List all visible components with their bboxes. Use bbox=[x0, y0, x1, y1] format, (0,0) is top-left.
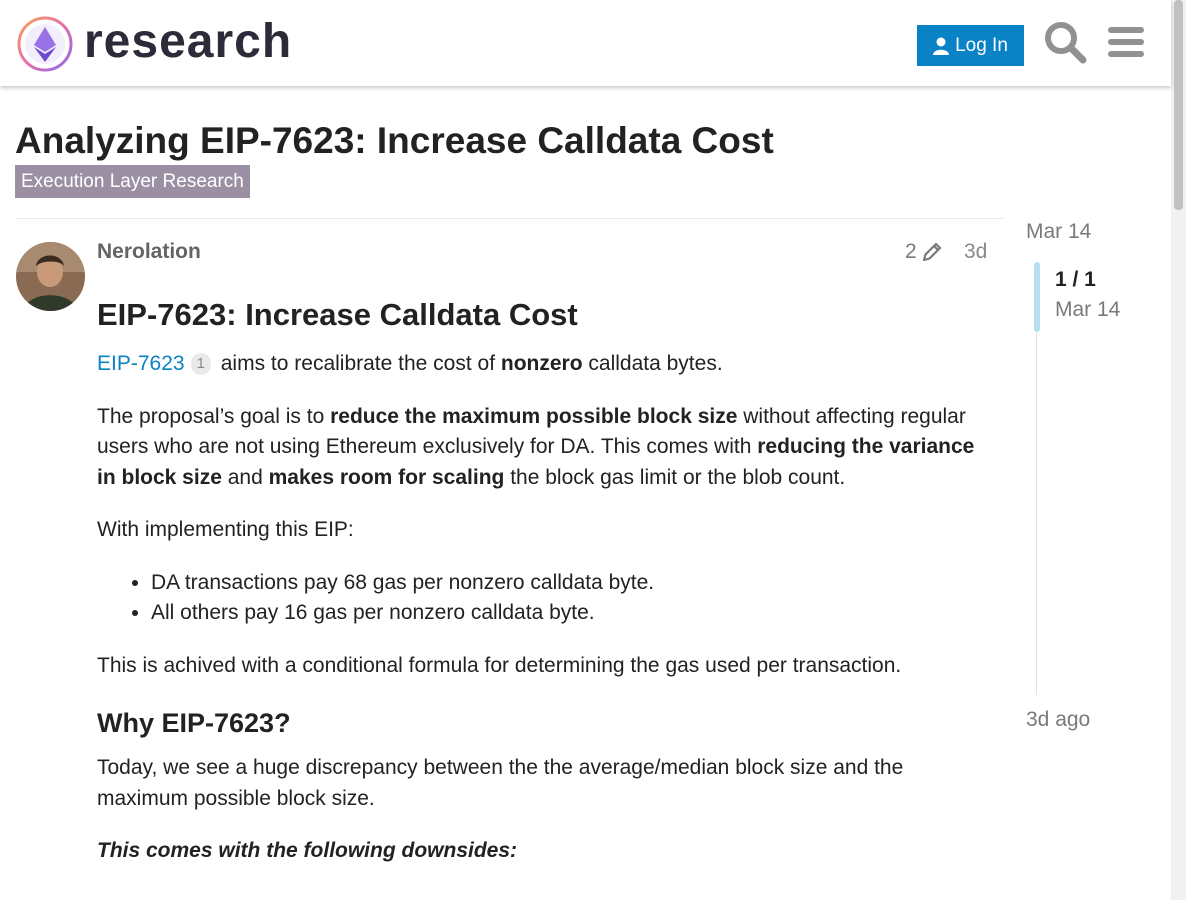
section-heading: Why EIP-7623? bbox=[97, 708, 291, 738]
timeline-end[interactable]: 3d ago bbox=[1026, 708, 1090, 732]
edit-count: 2 bbox=[905, 240, 917, 263]
goal-text: The proposal’s goal is to bbox=[97, 404, 325, 428]
post-date[interactable]: 3d bbox=[964, 240, 987, 264]
hamburger-menu-icon[interactable] bbox=[1104, 20, 1148, 64]
timeline-position-date: Mar 14 bbox=[1055, 298, 1121, 321]
avatar[interactable] bbox=[16, 242, 85, 311]
downsides-text: This comes with the following downsides: bbox=[97, 839, 518, 862]
implementing-paragraph: With implementing this EIP: bbox=[97, 518, 354, 541]
list-item: All others pay 16 gas per nonzero callda… bbox=[151, 598, 997, 629]
edit-history[interactable]: 2 bbox=[905, 240, 943, 264]
post-author[interactable]: Nerolation bbox=[97, 240, 201, 264]
intro-paragraph: EIP-7623 1 aims to recalibrate the cost o… bbox=[97, 349, 997, 380]
research-logo-icon[interactable] bbox=[16, 15, 74, 73]
category-badge[interactable]: Execution Layer Research bbox=[15, 165, 250, 198]
pencil-icon bbox=[922, 242, 941, 262]
login-button[interactable]: Log In bbox=[917, 25, 1024, 66]
timeline-handle[interactable] bbox=[1034, 262, 1040, 332]
page-scrollbar[interactable] bbox=[1171, 0, 1186, 900]
goal-text: the block gas limit or the blob count. bbox=[510, 465, 846, 489]
goal-paragraph: The proposal’s goal is to reduce the max… bbox=[97, 402, 997, 494]
post-heading: EIP-7623: Increase Calldata Cost bbox=[97, 297, 578, 332]
intro-bold: nonzero bbox=[500, 352, 583, 375]
post-body: EIP-7623: Increase Calldata Cost EIP-762… bbox=[97, 295, 997, 889]
click-count-badge: 1 bbox=[190, 353, 211, 376]
intro-text-end: calldata bytes. bbox=[588, 352, 723, 375]
scrollbar-thumb[interactable] bbox=[1174, 0, 1183, 210]
site-name[interactable]: research bbox=[84, 14, 292, 69]
downsides-paragraph: This comes with the following downsides: bbox=[97, 836, 997, 867]
site-header: research Log In bbox=[0, 0, 1171, 86]
login-label: Log In bbox=[955, 34, 1008, 56]
topic-title[interactable]: Analyzing EIP-7623: Increase Calldata Co… bbox=[15, 120, 774, 162]
discrepancy-paragraph: Today, we see a huge discrepancy between… bbox=[97, 756, 904, 810]
goal-bold: makes room for scaling bbox=[268, 465, 505, 489]
eip-link[interactable]: EIP-7623 bbox=[97, 352, 185, 375]
goal-bold: reduce the maximum possible block size bbox=[330, 404, 738, 428]
intro-text: aims to recalibrate the cost of bbox=[220, 352, 496, 375]
bullet-list: DA transactions pay 68 gas per nonzero c… bbox=[97, 568, 997, 629]
user-icon bbox=[933, 37, 950, 55]
timeline-start-date[interactable]: Mar 14 bbox=[1026, 220, 1091, 244]
timeline-position: 1 / 1 bbox=[1055, 268, 1096, 291]
formula-paragraph: This is achived with a conditional formu… bbox=[97, 653, 902, 677]
goal-text: and bbox=[227, 465, 263, 489]
avatar-image bbox=[16, 242, 85, 311]
divider bbox=[15, 218, 1004, 219]
list-item: DA transactions pay 68 gas per nonzero c… bbox=[151, 568, 997, 599]
search-icon[interactable] bbox=[1043, 20, 1087, 64]
